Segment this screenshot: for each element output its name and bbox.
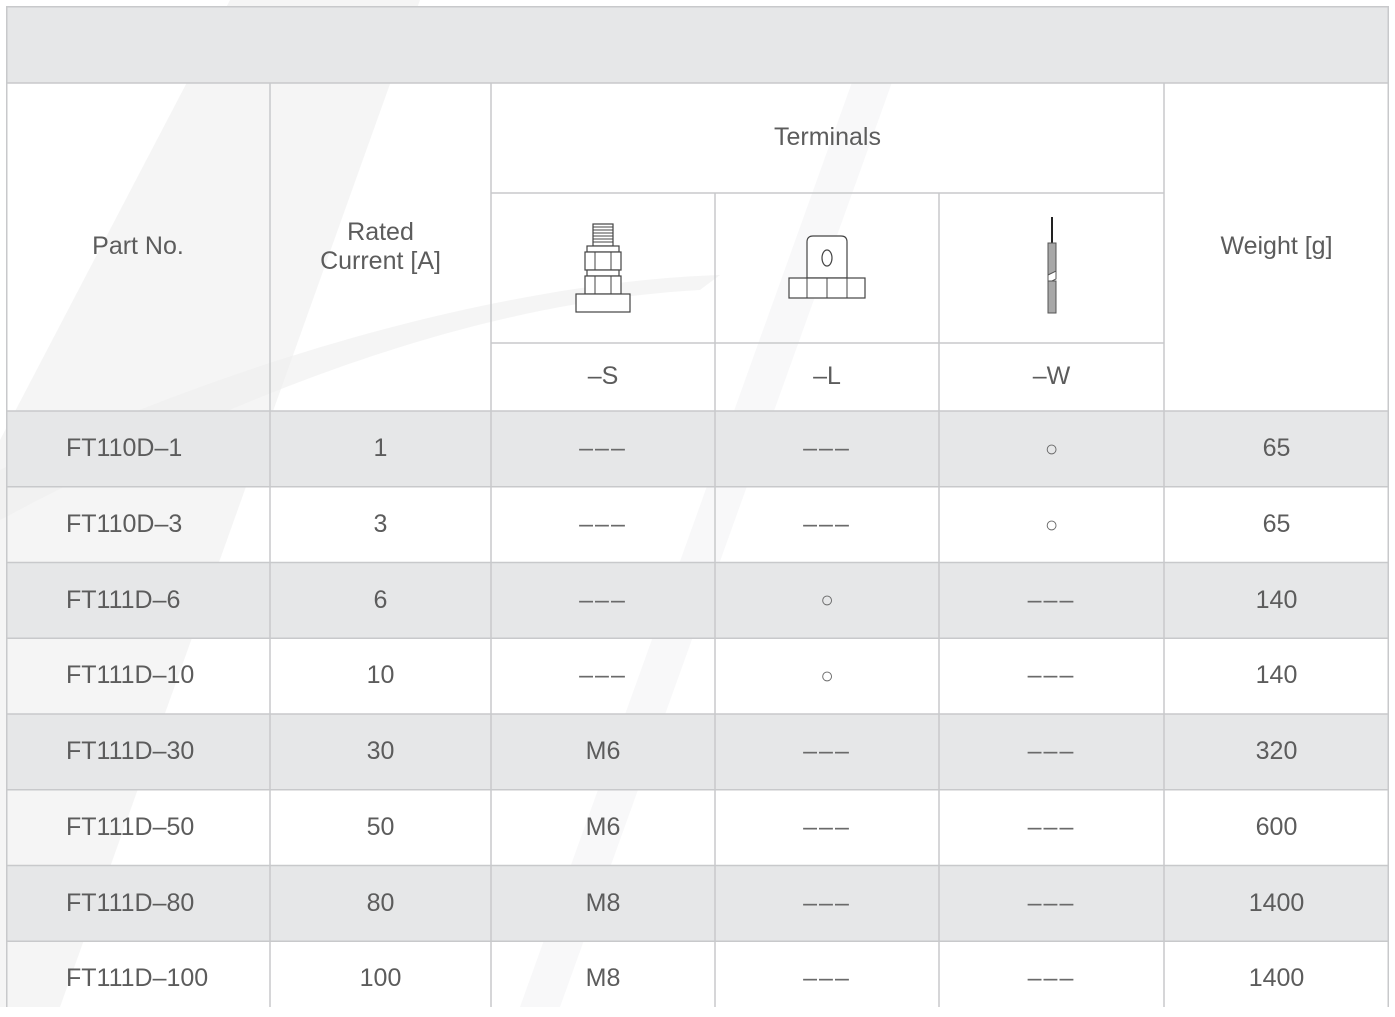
cell-rated-current: 3 — [373, 509, 388, 538]
cell-terminal-w: ––– — [1027, 661, 1076, 690]
cell-terminal-s: M8 — [585, 964, 621, 993]
cell-terminal-w: ––– — [1027, 888, 1076, 917]
product-table: Part No. Rated Current [A] Terminals Wei… — [6, 6, 1389, 1007]
header-band — [6, 6, 1389, 83]
cell-terminal-s: M8 — [585, 888, 621, 917]
cell-part-no: FT110D–3 — [66, 509, 183, 538]
stud-terminal-icon — [491, 193, 715, 343]
cell-terminal-l: ––– — [803, 434, 851, 463]
cell-weight: 65 — [1262, 434, 1291, 463]
lug-terminal-icon — [715, 193, 939, 343]
cell-part-no: FT111D–30 — [66, 737, 195, 766]
cell-terminal-s: ––– — [579, 434, 627, 463]
cell-weight: 140 — [1255, 585, 1298, 614]
cell-rated-current: 10 — [366, 661, 395, 690]
cell-terminal-l: ––– — [803, 964, 851, 993]
wire-terminal-icon — [939, 193, 1164, 343]
header-terminals: Terminals — [774, 123, 881, 152]
cell-rated-current: 80 — [366, 888, 395, 917]
cell-terminal-w: ––– — [1027, 964, 1076, 993]
cell-part-no: FT111D–6 — [66, 585, 181, 614]
cell-terminal-l: ○ — [820, 587, 834, 613]
cell-terminal-w: ––– — [1027, 737, 1076, 766]
cell-weight: 1400 — [1248, 964, 1305, 993]
cell-terminal-s: M6 — [585, 737, 621, 766]
cell-weight: 65 — [1262, 509, 1291, 538]
cell-terminal-l: ––– — [803, 812, 851, 841]
cell-terminal-l: ––– — [803, 509, 851, 538]
cell-terminal-s: M6 — [585, 812, 621, 841]
cell-weight: 140 — [1255, 661, 1298, 690]
suffix-l: –L — [813, 362, 841, 391]
cell-rated-current: 1 — [373, 434, 388, 463]
cell-terminal-l: ––– — [803, 888, 851, 917]
cell-rated-current: 30 — [366, 737, 395, 766]
cell-terminal-l: ––– — [803, 737, 851, 766]
cell-terminal-s: ––– — [579, 585, 627, 614]
cell-rated-current: 50 — [366, 812, 395, 841]
cell-terminal-s: ––– — [579, 661, 627, 690]
cell-terminal-w: ––– — [1027, 585, 1076, 614]
cell-part-no: FT111D–100 — [66, 964, 209, 993]
cell-rated-current: 6 — [373, 585, 388, 614]
cell-terminal-s: ––– — [579, 509, 627, 538]
cell-part-no: FT110D–1 — [66, 434, 183, 463]
suffix-w: –W — [1032, 362, 1071, 391]
cell-part-no: FT111D–80 — [66, 888, 195, 917]
cell-terminal-w: ○ — [1044, 435, 1059, 461]
cell-terminal-l: ○ — [820, 663, 834, 689]
cell-part-no: FT111D–50 — [66, 812, 195, 841]
header-rated-current: Rated Current [A] — [320, 217, 441, 276]
header-part-no: Part No. — [92, 232, 184, 261]
cell-weight: 600 — [1255, 812, 1298, 841]
cell-weight: 1400 — [1248, 888, 1305, 917]
header-weight: Weight [g] — [1220, 232, 1333, 261]
suffix-s: –S — [587, 362, 619, 391]
cell-terminal-w: ○ — [1044, 511, 1059, 537]
cell-part-no: FT111D–10 — [66, 661, 195, 690]
cell-terminal-w: ––– — [1027, 812, 1076, 841]
cell-rated-current: 100 — [359, 964, 402, 993]
cell-weight: 320 — [1255, 737, 1298, 766]
